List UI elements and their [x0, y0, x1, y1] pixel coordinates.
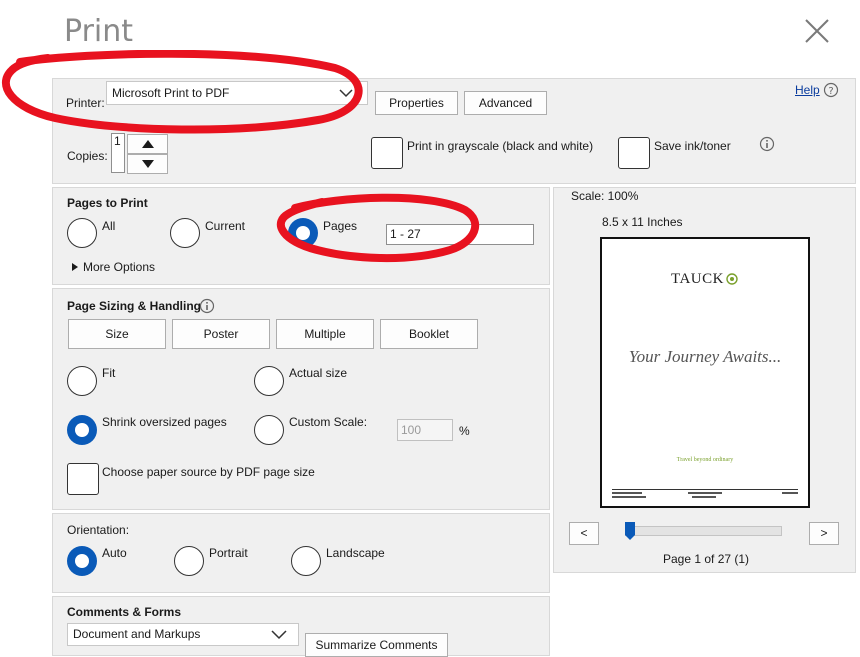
preview-brand: TAUCK: [671, 271, 724, 287]
preview-paper-size-label: 8.5 x 11 Inches: [602, 215, 683, 229]
preview-footer-right: [782, 492, 798, 494]
actual-size-label: Actual size: [289, 366, 348, 380]
paper-source-checkbox[interactable]: [67, 463, 99, 495]
poster-button[interactable]: Poster: [172, 319, 270, 349]
fit-label: Fit: [102, 366, 116, 380]
save-ink-label: Save ink/toner: [654, 139, 731, 153]
preview-scale-label: Scale: 100%: [571, 189, 639, 203]
custom-scale-radio[interactable]: [254, 415, 284, 445]
orientation-portrait-label: Portrait: [209, 546, 248, 560]
printer-label: Printer:: [66, 96, 105, 110]
page-sizing-heading: Page Sizing & Handling: [67, 299, 202, 313]
pages-all-label: All: [102, 219, 116, 233]
triangle-up-icon: [141, 140, 154, 148]
chevron-down-icon: [271, 630, 287, 640]
pages-current-label: Current: [205, 219, 246, 233]
copies-down-button[interactable]: [127, 154, 168, 174]
shrink-oversized-radio[interactable]: [67, 415, 97, 445]
help-link[interactable]: Help: [795, 83, 820, 97]
copies-input[interactable]: 1: [111, 133, 125, 173]
orientation-heading: Orientation:: [67, 523, 130, 537]
comments-forms-heading: Comments & Forms: [67, 605, 182, 619]
copies-up-button[interactable]: [127, 134, 168, 154]
triangle-down-icon: [141, 160, 154, 168]
close-icon[interactable]: [804, 18, 830, 44]
actual-size-radio[interactable]: [254, 366, 284, 396]
advanced-button[interactable]: Advanced: [464, 91, 547, 115]
preview-footer-left: [612, 496, 646, 498]
preview-page-slider-thumb[interactable]: [624, 522, 636, 541]
percent-label: %: [459, 424, 470, 438]
pages-current-radio[interactable]: [170, 218, 200, 248]
fit-radio[interactable]: [67, 366, 97, 396]
preview-page-status: Page 1 of 27 (1): [663, 552, 750, 566]
preview-footer-center: [688, 492, 722, 494]
custom-scale-label: Custom Scale:: [289, 415, 368, 429]
printer-selected-value: Microsoft Print to PDF: [112, 86, 230, 100]
pages-to-print-heading: Pages to Print: [67, 196, 148, 210]
pages-all-radio[interactable]: [67, 218, 97, 248]
orientation-landscape-label: Landscape: [326, 546, 385, 560]
size-button[interactable]: Size: [68, 319, 166, 349]
booklet-button[interactable]: Booklet: [380, 319, 478, 349]
pages-range-input[interactable]: 1 - 27: [386, 224, 534, 245]
preview-page-slider-track[interactable]: [625, 526, 782, 536]
dialog-title: Print: [64, 14, 134, 49]
preview-page: TAUCK Your Journey Awaits... Travel beyo…: [600, 237, 810, 508]
help-icon[interactable]: ?: [823, 82, 839, 98]
triangle-right-icon[interactable]: [72, 263, 78, 271]
grayscale-checkbox[interactable]: [371, 137, 403, 169]
custom-scale-input[interactable]: 100: [397, 419, 453, 441]
orientation-auto-label: Auto: [102, 546, 127, 560]
preview-next-button[interactable]: >: [809, 522, 839, 545]
preview-tagline: Travel beyond ordinary: [676, 457, 734, 463]
comments-forms-selected-value: Document and Markups: [73, 627, 201, 641]
properties-button[interactable]: Properties: [375, 91, 458, 115]
info-icon[interactable]: [199, 298, 215, 314]
comments-forms-select[interactable]: Document and Markups: [67, 623, 299, 646]
more-options-link[interactable]: More Options: [83, 260, 155, 274]
grayscale-label: Print in grayscale (black and white): [407, 139, 594, 153]
preview-prev-button[interactable]: <: [569, 522, 599, 545]
preview-footer-center: [692, 496, 716, 498]
preview-footer-rule: [612, 489, 798, 490]
save-ink-checkbox[interactable]: [618, 137, 650, 169]
info-icon[interactable]: [759, 136, 775, 152]
pages-range-radio[interactable]: [288, 218, 318, 248]
orientation-auto-radio[interactable]: [67, 546, 97, 576]
preview-headline: Your Journey Awaits...: [628, 347, 782, 366]
preview-footer-left: [612, 492, 642, 494]
summarize-comments-button[interactable]: Summarize Comments: [305, 633, 448, 657]
printer-select[interactable]: Microsoft Print to PDF: [106, 81, 368, 105]
pages-range-label: Pages: [323, 219, 358, 233]
shrink-oversized-label: Shrink oversized pages: [102, 415, 227, 429]
copies-label: Copies:: [67, 149, 108, 163]
svg-text:?: ?: [828, 86, 833, 97]
orientation-portrait-radio[interactable]: [174, 546, 204, 576]
chevron-down-icon: [339, 89, 353, 98]
paper-source-label: Choose paper source by PDF page size: [102, 465, 315, 479]
multiple-button[interactable]: Multiple: [276, 319, 374, 349]
brand-logo-icon: [726, 273, 738, 285]
orientation-landscape-radio[interactable]: [291, 546, 321, 576]
